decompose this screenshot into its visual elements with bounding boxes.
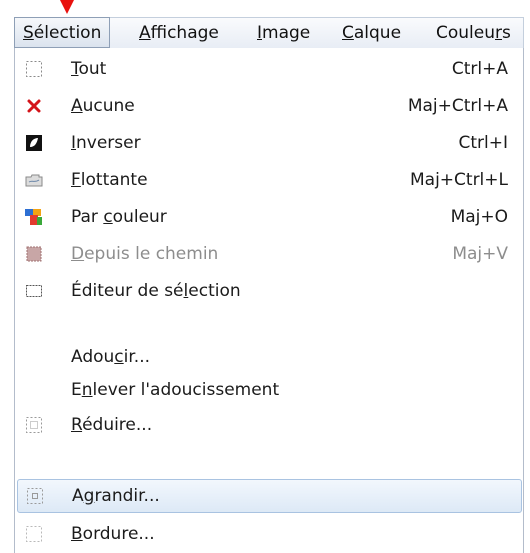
menu-item-shortcut: Maj+O — [450, 207, 508, 227]
menu-item-tout[interactable]: Tout Ctrl+A — [16, 52, 522, 86]
menu-item-label: Par couleur — [71, 207, 167, 227]
shrink-icon — [25, 416, 43, 434]
menu-item-label: Tout — [71, 59, 107, 79]
border-icon — [25, 525, 43, 543]
menu-item-label: Aucune — [71, 96, 135, 116]
menu-item-enlever-adoucissement[interactable]: Enlever l'adoucissement — [16, 373, 522, 407]
menu-tab-affichage[interactable]: Affichage — [139, 18, 219, 48]
menu-item-shortcut: Maj+V — [452, 244, 508, 264]
menu-tab-calque[interactable]: Calque — [342, 18, 401, 48]
menu-item-adoucir[interactable]: Adoucir... — [16, 340, 522, 374]
menu-item-depuis-le-chemin: Depuis le chemin Maj+V — [16, 237, 522, 271]
from-path-icon — [25, 245, 43, 263]
menu-item-reduire[interactable]: Réduire... — [16, 408, 522, 442]
menu-item-label: Adoucir... — [71, 347, 151, 367]
menu-item-shortcut: Maj+Ctrl+A — [407, 96, 508, 116]
selection-menu-dropdown: Tout Ctrl+A Aucune Maj+Ctrl+A Inverser C… — [14, 48, 524, 553]
menu-item-bordure[interactable]: Bordure... — [16, 517, 522, 551]
selection-editor-icon — [25, 282, 43, 300]
menu-item-agrandir[interactable]: Agrandir... — [17, 479, 522, 513]
menu-tab-couleurs-label: Couleurs — [436, 23, 511, 43]
menu-item-label: Bordure... — [71, 524, 155, 544]
menu-tab-affichage-label: Affichage — [139, 23, 219, 43]
annotation-arrow — [60, 0, 74, 14]
menu-tab-selection[interactable]: Sélection — [14, 17, 111, 48]
menu-tab-image[interactable]: Image — [257, 18, 310, 48]
menu-item-label: Éditeur de sélection — [71, 281, 241, 301]
screenshot-frame: Sélection Affichage Image Calque Couleur… — [0, 0, 530, 553]
invert-icon — [25, 134, 43, 152]
menu-item-aucune[interactable]: Aucune Maj+Ctrl+A — [16, 89, 522, 123]
menu-item-label: Agrandir... — [72, 486, 160, 506]
menu-tab-selection-label: Sélection — [23, 23, 102, 43]
grow-icon — [26, 487, 44, 505]
menu-item-label: Flottante — [71, 170, 148, 190]
menu-item-flottante[interactable]: Flottante Maj+Ctrl+L — [16, 163, 522, 197]
menubar: Sélection Affichage Image Calque Couleur… — [14, 17, 524, 49]
menu-tab-image-label: Image — [257, 23, 311, 43]
close-icon — [25, 97, 43, 115]
menu-item-label: Réduire... — [71, 415, 153, 435]
menu-item-shortcut: Ctrl+A — [451, 59, 508, 79]
menu-tab-couleurs[interactable]: Couleurs — [436, 18, 511, 48]
menu-tab-calque-label: Calque — [342, 23, 402, 43]
menu-item-par-couleur[interactable]: Par couleur Maj+O — [16, 200, 522, 234]
float-icon — [25, 171, 43, 189]
menu-item-shortcut: Ctrl+I — [458, 133, 508, 153]
menu-item-label: Depuis le chemin — [71, 244, 219, 264]
menu-item-shortcut: Maj+Ctrl+L — [409, 170, 508, 190]
by-color-icon — [25, 208, 43, 226]
select-all-icon — [25, 60, 43, 78]
menu-item-label: Inverser — [71, 133, 141, 153]
menu-item-label: Enlever l'adoucissement — [71, 380, 280, 400]
menu-item-editeur-de-selection[interactable]: Éditeur de sélection — [16, 274, 522, 308]
menu-item-inverser[interactable]: Inverser Ctrl+I — [16, 126, 522, 160]
